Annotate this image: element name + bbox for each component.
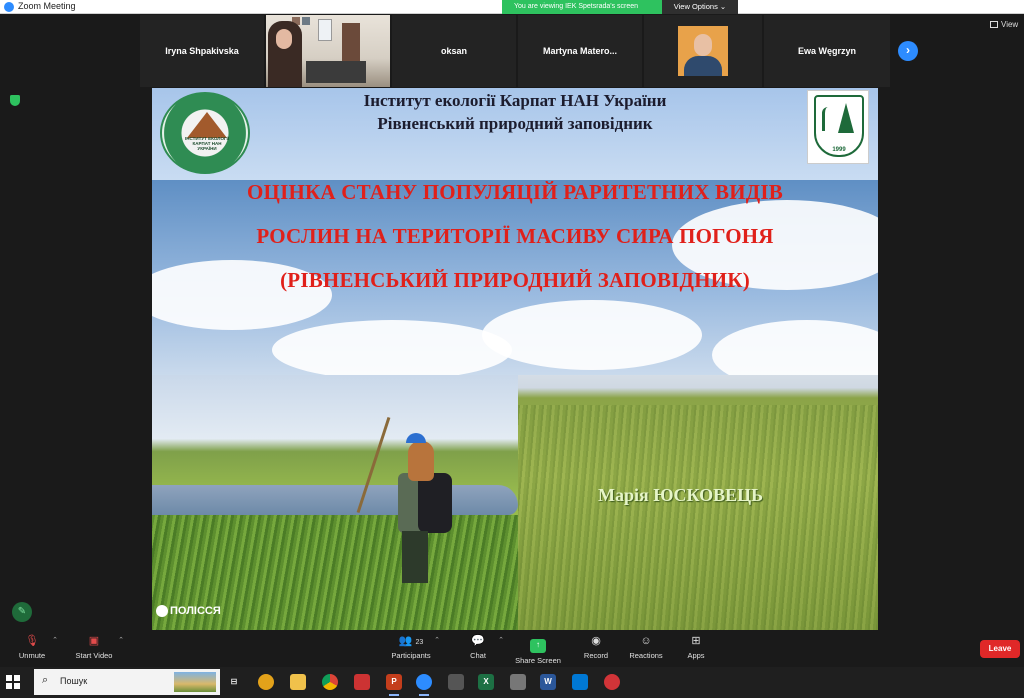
field-photo-right: Марія ЮСКОВЕЦЬ	[518, 375, 878, 630]
participant-name: oksan	[440, 46, 467, 56]
chevron-up-icon[interactable]: ⌃	[52, 636, 58, 644]
participant-avatar	[678, 26, 728, 76]
gallery-next-icon[interactable]: ›	[898, 41, 918, 61]
reserve-logo-icon: 1999	[807, 90, 869, 164]
participant-tile[interactable]: Iryna Shpakivska	[140, 15, 264, 87]
gallery-strip: Iryna Shpakivska oksan Martyna Matero...…	[0, 15, 1024, 87]
reactions-button[interactable]: ☺ Reactions	[618, 634, 674, 664]
windows-start-icon[interactable]	[6, 675, 20, 689]
chrome-icon[interactable]	[322, 674, 338, 690]
unmute-label: Unmute	[18, 651, 46, 660]
chevron-down-icon: ⌄	[719, 2, 727, 11]
participant-name: Martyna Matero...	[542, 46, 618, 56]
unmute-button[interactable]: 🎙 Unmute ⌃	[4, 634, 60, 664]
participant-name: Ewa Węgrzyn	[797, 46, 856, 56]
polissya-watermark-text: ПОЛІССЯ	[170, 605, 221, 617]
app-icon[interactable]	[510, 674, 526, 690]
polissya-logo-icon	[156, 605, 168, 618]
participant-name: Iryna Shpakivska	[165, 46, 239, 56]
video-off-icon: ▣	[88, 635, 100, 647]
slide-author: Марія ЮСКОВЕЦЬ	[598, 485, 764, 505]
logo-text: ІНСТИТУТ ЕКОЛОГІЇ КАРПАТ НАН УКРАЇНИ	[184, 136, 229, 151]
share-screen-label: Share Screen	[515, 656, 561, 665]
app-icon[interactable]	[258, 674, 274, 690]
meeting-controls: 🎙 Unmute ⌃ ▣ Start Video ⌃ 👥 23 Particip…	[0, 630, 1024, 667]
annotate-pencil-icon[interactable]: ✎	[12, 602, 32, 622]
search-placeholder: Пошук	[60, 676, 88, 686]
search-highlight-image	[174, 672, 216, 692]
researcher-figure	[388, 433, 458, 583]
chevron-up-icon[interactable]: ⌃	[118, 636, 124, 644]
screen-share-banner: You are viewing IEK Spetsrada's screen V…	[502, 0, 738, 14]
participants-button[interactable]: 👥 23 Participants ⌃	[380, 634, 442, 664]
search-icon: ⌕	[42, 674, 49, 686]
record-button[interactable]: ◉ Record	[568, 634, 624, 664]
chat-label: Chat	[470, 651, 486, 660]
security-shield-icon[interactable]	[10, 95, 20, 106]
participant-tile[interactable]: Ewa Węgrzyn	[764, 15, 890, 87]
participant-tile[interactable]: Martyna Matero...	[518, 15, 642, 87]
participant-avatar-tile[interactable]	[644, 15, 762, 87]
share-screen-icon: ↑	[530, 639, 546, 653]
taskbar-search-box[interactable]: ⌕ Пошук	[34, 669, 220, 695]
slide-reserve-name: Рівненський природний заповідник	[377, 114, 653, 133]
zoom-taskbar-icon[interactable]	[416, 674, 432, 696]
view-options-button[interactable]: View Options ⌄	[662, 0, 738, 14]
reactions-icon: ☺	[640, 635, 652, 647]
file-explorer-icon[interactable]	[290, 674, 306, 690]
zoom-meeting-window: Zoom Meeting You are viewing IEK Spetsra…	[0, 0, 1024, 698]
apps-icon: ⊞	[691, 635, 701, 647]
start-video-label: Start Video	[75, 651, 113, 660]
word-icon[interactable]: W	[540, 674, 556, 690]
participant-video	[266, 15, 390, 87]
reactions-label: Reactions	[629, 651, 663, 660]
view-button[interactable]: View	[990, 20, 1018, 29]
slide-institute-name: Інститут екології Карпат НАН України	[363, 91, 667, 110]
view-label: View	[1001, 20, 1019, 29]
field-photo-left: ПОЛІССЯ	[152, 375, 518, 630]
excel-icon[interactable]: X	[478, 674, 494, 690]
start-video-button[interactable]: ▣ Start Video ⌃	[62, 634, 126, 664]
chat-button[interactable]: 💬 Chat ⌃	[450, 634, 506, 664]
polissya-watermark: ПОЛІССЯ	[156, 605, 221, 618]
zoom-app-icon	[4, 2, 14, 12]
slide-title-line1: ОЦІНКА СТАНУ ПОПУЛЯЦІЙ РАРИТЕТНИХ ВИДІВ	[247, 180, 783, 204]
apps-label: Apps	[687, 651, 705, 660]
chevron-up-icon[interactable]: ⌃	[498, 636, 504, 644]
reserve-logo-year: 1999	[832, 147, 846, 153]
leave-button[interactable]: Leave	[980, 640, 1020, 658]
task-view-icon[interactable]: ⊟	[226, 674, 242, 690]
slide-title-line3: (РІВНЕНСЬКИЙ ПРИРОДНИЙ ЗАПОВІДНИК)	[280, 268, 750, 292]
chevron-up-icon[interactable]: ⌃	[434, 636, 440, 644]
participants-count: 23	[415, 639, 424, 646]
share-screen-button[interactable]: ↑ Share Screen	[508, 634, 568, 665]
shared-screen-slide: ІНСТИТУТ ЕКОЛОГІЇ КАРПАТ НАН УКРАЇНИ Інс…	[152, 88, 878, 630]
slide-title-line2: РОСЛИН НА ТЕРИТОРІЇ МАСИВУ СИРА ПОГОНЯ	[256, 224, 774, 248]
share-banner-message: You are viewing IEK Spetsrada's screen	[502, 0, 662, 14]
participant-video-tile[interactable]	[266, 15, 390, 87]
app-icon[interactable]	[448, 674, 464, 690]
app-icon[interactable]	[354, 674, 370, 690]
grid-view-icon	[990, 21, 998, 29]
slide-header: ІНСТИТУТ ЕКОЛОГІЇ КАРПАТ НАН УКРАЇНИ Інс…	[152, 88, 878, 180]
powerpoint-icon[interactable]: P	[386, 674, 402, 696]
window-title: Zoom Meeting	[18, 1, 76, 11]
windows-taskbar: ⌕ Пошук ⊟ P X W	[0, 667, 1024, 698]
view-options-label: View Options	[673, 2, 718, 11]
record-icon: ◉	[591, 635, 601, 647]
participants-icon: 👥 23	[398, 635, 424, 647]
record-label: Record	[583, 651, 609, 660]
participants-label: Participants	[391, 651, 431, 660]
participant-tile[interactable]: oksan	[392, 15, 516, 87]
app-icon[interactable]	[572, 674, 588, 690]
apps-button[interactable]: ⊞ Apps	[668, 634, 724, 664]
app-icon[interactable]	[604, 674, 620, 690]
